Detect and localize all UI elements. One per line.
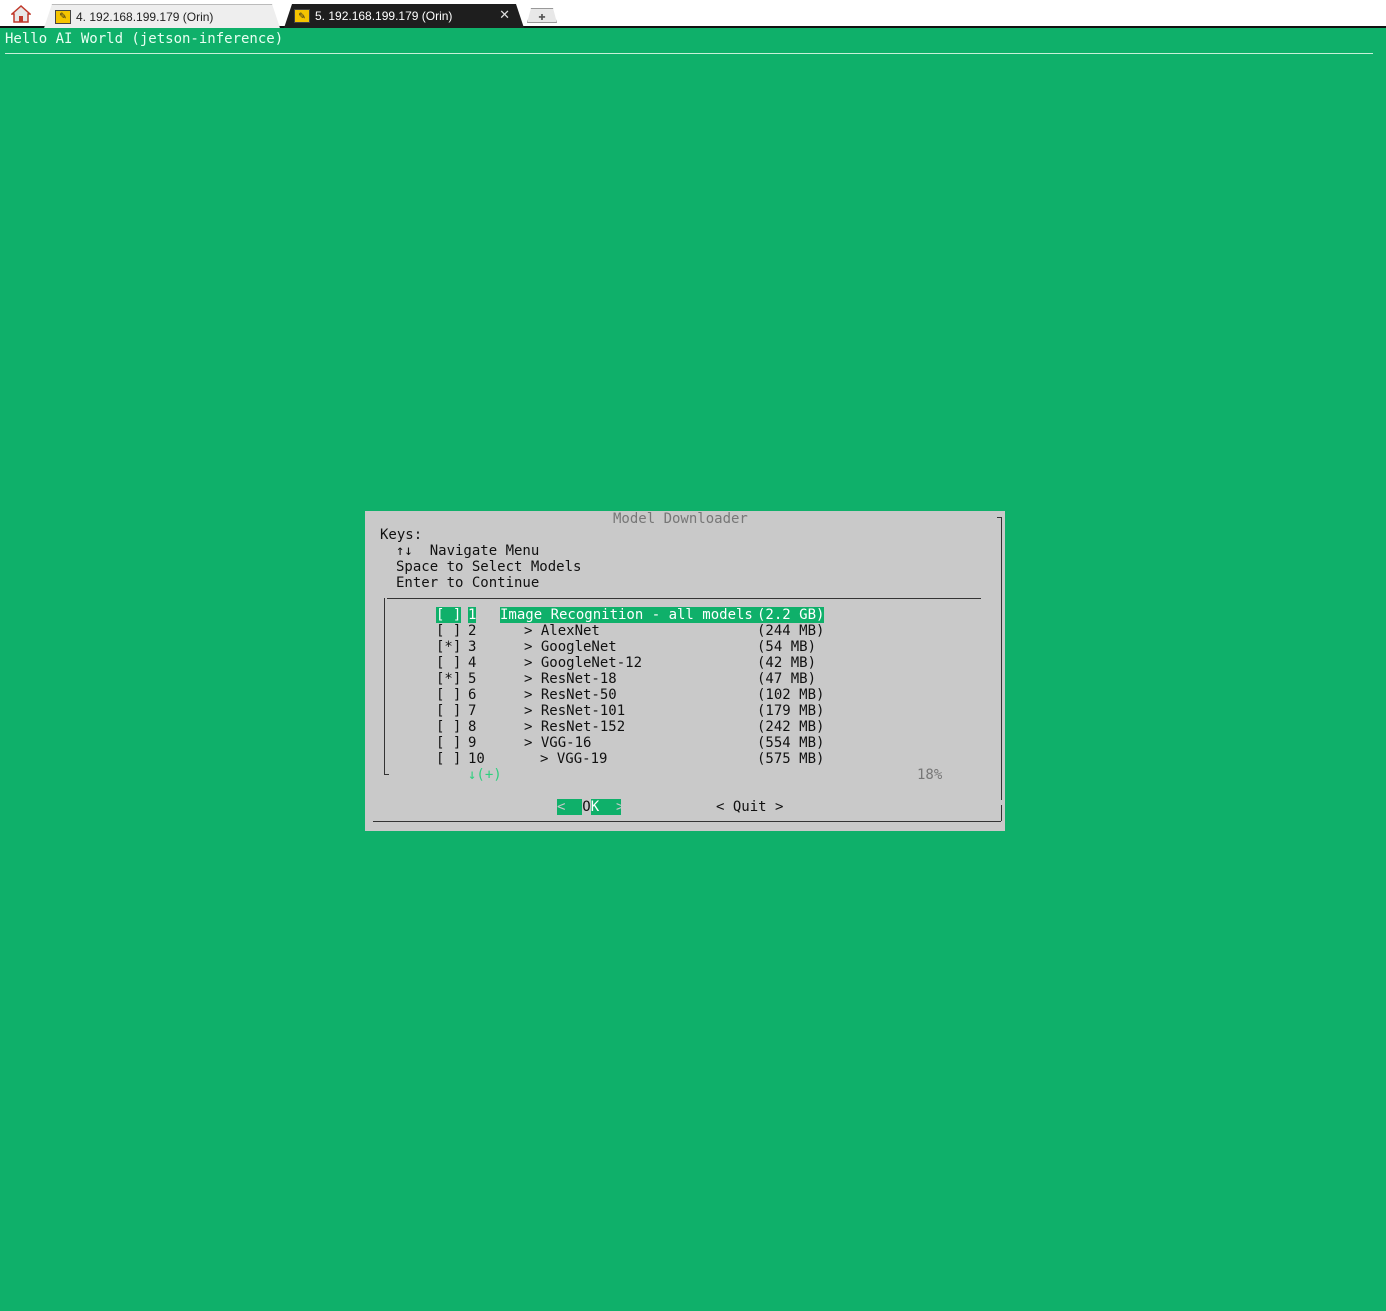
item-size: (2.2 GB) — [756, 607, 825, 623]
item-name: > GoogleNet — [524, 639, 617, 655]
close-icon[interactable]: ✕ — [499, 7, 510, 23]
list-item[interactable]: [ ] 10 > VGG-19 (575 MB) — [365, 751, 1005, 767]
item-name: > GoogleNet-12 — [524, 655, 643, 671]
terminal-session-icon: ✎ — [55, 9, 71, 24]
tab-bar: ✎ 4. 192.168.199.179 (Orin) ✎ 5. 192.168… — [0, 0, 1386, 28]
item-size: (179 MB) — [757, 703, 825, 719]
ok-button-label: K — [590, 799, 600, 815]
item-checkbox[interactable]: [ ] — [436, 607, 462, 623]
list-item[interactable]: [ ] 4 > GoogleNet-12 (42 MB) — [365, 655, 1005, 671]
item-number: 10 — [468, 751, 485, 767]
list-item[interactable]: [ ] 1 Image Recognition - all models (2.… — [365, 607, 1005, 623]
scroll-down-indicator[interactable]: ↓(+) — [468, 767, 502, 783]
list-item[interactable]: [ ] 2 > AlexNet (244 MB) — [365, 623, 1005, 639]
dialog-frame — [997, 805, 1002, 821]
ok-button-accelerator: O — [582, 799, 591, 815]
ok-button-right-bracket: > — [616, 799, 625, 815]
item-size: (554 MB) — [757, 735, 825, 751]
tab-label: 5. 192.168.199.179 (Orin) — [315, 9, 453, 23]
key-help-select: Space to Select Models — [396, 559, 582, 575]
item-checkbox[interactable]: [ ] — [436, 655, 461, 671]
home-icon — [11, 5, 31, 23]
item-number: 8 — [468, 719, 477, 735]
tab-label: 4. 192.168.199.179 (Orin) — [76, 9, 214, 24]
item-name: > ResNet-18 — [524, 671, 617, 687]
dialog-title: Model Downloader — [613, 511, 748, 527]
keys-heading: Keys: — [380, 527, 423, 543]
item-number: 1 — [468, 607, 477, 623]
item-size: (242 MB) — [757, 719, 825, 735]
scroll-percent: 18% — [917, 767, 943, 783]
item-name: > ResNet-101 — [524, 703, 626, 719]
item-name: > VGG-19 — [540, 751, 608, 767]
list-item[interactable]: [*] 5 > ResNet-18 (47 MB) — [365, 671, 1005, 687]
item-checkbox[interactable]: [ ] — [436, 703, 461, 719]
dialog-frame — [373, 821, 1001, 822]
ok-button-left-bracket: < — [557, 799, 566, 815]
item-size: (102 MB) — [757, 687, 825, 703]
divider — [387, 598, 981, 599]
item-number: 9 — [468, 735, 477, 751]
list-item[interactable]: [ ] 7 > ResNet-101 (179 MB) — [365, 703, 1005, 719]
terminal-session-icon: ✎ — [294, 9, 310, 23]
list-item[interactable]: [ ] 6 > ResNet-50 (102 MB) — [365, 687, 1005, 703]
item-size: (47 MB) — [757, 671, 817, 687]
item-name: > AlexNet — [524, 623, 600, 639]
item-number: 6 — [468, 687, 477, 703]
home-button[interactable] — [4, 3, 38, 25]
key-help-continue: Enter to Continue — [396, 575, 540, 591]
model-downloader-dialog: Model Downloader Keys: ↑↓ Navigate Menu … — [365, 511, 1005, 831]
plus-icon: ✚ — [538, 8, 546, 23]
item-size: (575 MB) — [757, 751, 825, 767]
list-item[interactable]: [ ] 9 > VGG-16 (554 MB) — [365, 735, 1005, 751]
item-name: > VGG-16 — [524, 735, 592, 751]
list-item[interactable]: [*] 3 > GoogleNet (54 MB) — [365, 639, 1005, 655]
item-name: Image Recognition - all models — [500, 607, 761, 623]
item-checkbox[interactable]: [ ] — [436, 687, 461, 703]
terminal-backtitle: Hello AI World (jetson-inference) — [5, 31, 284, 47]
item-number: 2 — [468, 623, 477, 639]
item-checkbox[interactable]: [ ] — [436, 623, 461, 639]
item-size: (42 MB) — [757, 655, 817, 671]
item-checkbox[interactable]: [*] — [436, 671, 461, 687]
item-number: 3 — [468, 639, 477, 655]
tab-session-4[interactable]: ✎ 4. 192.168.199.179 (Orin) — [44, 4, 280, 28]
item-number: 7 — [468, 703, 477, 719]
quit-button[interactable]: < Quit > — [716, 799, 783, 815]
key-help-navigate: ↑↓ Navigate Menu — [396, 543, 540, 559]
new-tab-button[interactable]: ✚ — [527, 8, 557, 23]
item-checkbox[interactable]: [ ] — [436, 735, 461, 751]
list-item[interactable]: [ ] 8 > ResNet-152 (242 MB) — [365, 719, 1005, 735]
item-name: > ResNet-152 — [524, 719, 626, 735]
item-size: (244 MB) — [757, 623, 825, 639]
tab-session-5[interactable]: ✎ 5. 192.168.199.179 (Orin) ✕ — [284, 4, 524, 28]
item-checkbox[interactable]: [ ] — [436, 719, 461, 735]
ok-button[interactable]: < OK > — [557, 799, 625, 815]
item-checkbox[interactable]: [ ] — [436, 751, 461, 767]
item-number: 5 — [468, 671, 477, 687]
item-number: 4 — [468, 655, 477, 671]
divider — [5, 53, 1373, 54]
item-name: > ResNet-50 — [524, 687, 617, 703]
item-checkbox[interactable]: [*] — [436, 639, 461, 655]
item-size: (54 MB) — [757, 639, 817, 655]
